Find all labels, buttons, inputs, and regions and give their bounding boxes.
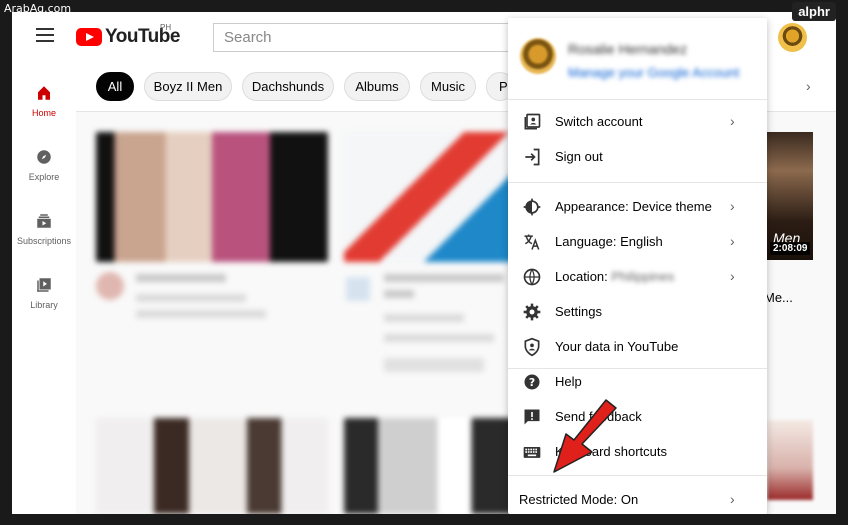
hamburger-menu-icon[interactable] xyxy=(36,28,54,42)
video-thumbnail[interactable] xyxy=(344,418,514,514)
video-title-line xyxy=(384,274,504,282)
channel-avatar[interactable] xyxy=(346,277,370,301)
manage-account-link[interactable]: Manage your Google Account xyxy=(568,65,739,80)
chip-music[interactable]: Music xyxy=(420,72,476,101)
badge-line xyxy=(384,358,484,372)
menu-avatar xyxy=(520,38,556,74)
video-thumbnail[interactable] xyxy=(767,420,813,500)
menu-item-label: Sign out xyxy=(555,149,603,164)
video-duration: 2:08:09 xyxy=(770,242,811,255)
menu-item-keyboard-shortcuts[interactable]: Keyboard shortcuts xyxy=(508,434,767,469)
help-icon: ? xyxy=(524,374,540,390)
account-name: Rosalie Hernandez xyxy=(568,41,688,57)
video-meta-line xyxy=(384,314,464,322)
sign-out-icon xyxy=(525,148,540,166)
feedback-icon xyxy=(524,409,540,425)
menu-divider xyxy=(508,475,767,476)
sidebar-item-label: Explore xyxy=(28,172,60,182)
subscriptions-icon xyxy=(37,214,51,228)
menu-item-label: Language: English xyxy=(555,234,663,249)
menu-item-location[interactable]: Location: Philippines › xyxy=(508,259,767,294)
chevron-right-icon: › xyxy=(730,113,735,129)
home-icon xyxy=(38,86,50,100)
menu-item-your-data[interactable]: Your data in YouTube xyxy=(508,329,767,364)
video-title-fragment[interactable]: Me... xyxy=(764,290,793,305)
appearance-icon xyxy=(523,198,541,216)
compass-icon xyxy=(37,150,51,164)
menu-item-label: Your data in YouTube xyxy=(555,339,679,354)
switch-account-icon xyxy=(524,113,541,130)
sidebar-item-label: Home xyxy=(31,108,56,118)
video-meta-line xyxy=(384,334,494,342)
red-arrow-annotation xyxy=(553,399,617,473)
menu-item-label-text: Location: xyxy=(555,269,608,284)
menu-account-header: Rosalie Hernandez Manage your Google Acc… xyxy=(508,18,767,100)
video-thumbnail[interactable] xyxy=(96,132,328,262)
menu-item-language[interactable]: Language: English › xyxy=(508,224,767,259)
chip-dachshunds[interactable]: Dachshunds xyxy=(242,72,334,101)
youtube-logo[interactable]: YouTube PH xyxy=(76,23,180,48)
menu-item-switch-account[interactable]: Switch account › xyxy=(508,104,767,139)
account-avatar[interactable] xyxy=(778,23,807,52)
chip-boyz-ii-men[interactable]: Boyz II Men xyxy=(144,72,232,101)
language-icon xyxy=(524,234,540,250)
menu-item-label: Appearance: Device theme xyxy=(555,199,712,214)
menu-item-label: Settings xyxy=(555,304,602,319)
globe-icon xyxy=(523,268,541,286)
menu-item-appearance[interactable]: Appearance: Device theme › xyxy=(508,189,767,224)
menu-item-label: Location: Philippines xyxy=(555,269,674,284)
video-thumbnail[interactable] xyxy=(344,132,514,262)
search-input[interactable]: Search xyxy=(213,23,513,52)
play-icon xyxy=(76,28,102,46)
chevron-right-icon: › xyxy=(730,268,735,284)
sidebar-item-home[interactable]: Home xyxy=(12,84,76,118)
location-value: Philippines xyxy=(611,269,675,284)
settings-icon xyxy=(523,303,541,321)
menu-item-sign-out[interactable]: Sign out xyxy=(508,139,767,174)
library-icon xyxy=(37,278,51,292)
sidebar-item-subscriptions[interactable]: Subscriptions xyxy=(12,212,76,246)
menu-item-label: Help xyxy=(555,374,582,389)
sidebar-item-label: Library xyxy=(30,300,58,310)
shield-icon xyxy=(524,337,540,357)
chip-all[interactable]: All xyxy=(96,72,134,101)
chevron-right-icon: › xyxy=(730,491,735,507)
video-meta-line xyxy=(136,294,246,302)
sidebar-item-explore[interactable]: Explore xyxy=(12,148,76,182)
sidebar: Home Explore Subscriptions Library xyxy=(12,62,76,514)
video-thumbnail[interactable] xyxy=(96,418,328,514)
menu-item-label: Switch account xyxy=(555,114,643,129)
chevron-right-icon[interactable]: › xyxy=(806,78,811,94)
logo-country: PH xyxy=(160,23,172,32)
menu-item-send-feedback[interactable]: Send feedback xyxy=(508,399,767,434)
keyboard-icon xyxy=(523,447,541,458)
watermark-text: ArabAq.com xyxy=(4,2,72,15)
sidebar-item-library[interactable]: Library xyxy=(12,276,76,310)
channel-avatar[interactable] xyxy=(96,272,124,300)
video-title-line xyxy=(384,290,414,298)
menu-item-help[interactable]: ? Help xyxy=(508,364,767,399)
menu-item-restricted-mode[interactable]: Restricted Mode: On › xyxy=(508,482,767,514)
youtube-window: YouTube PH Search Home Explore Subscript… xyxy=(12,12,836,514)
screenshot-frame: ArabAq.com alphr YouTube PH Search Home … xyxy=(0,0,848,525)
video-title-line xyxy=(136,274,226,282)
menu-item-label: Restricted Mode: On xyxy=(519,492,639,507)
account-menu: Rosalie Hernandez Manage your Google Acc… xyxy=(508,18,767,514)
chevron-right-icon: › xyxy=(730,233,735,249)
menu-divider xyxy=(508,182,767,183)
chip-albums[interactable]: Albums xyxy=(344,72,410,101)
sidebar-item-label: Subscriptions xyxy=(16,236,72,246)
svg-text:?: ? xyxy=(529,376,535,389)
watermark-logo: alphr xyxy=(792,2,836,21)
chevron-right-icon: › xyxy=(730,198,735,214)
video-meta-line xyxy=(136,310,266,318)
menu-item-settings[interactable]: Settings xyxy=(508,294,767,329)
